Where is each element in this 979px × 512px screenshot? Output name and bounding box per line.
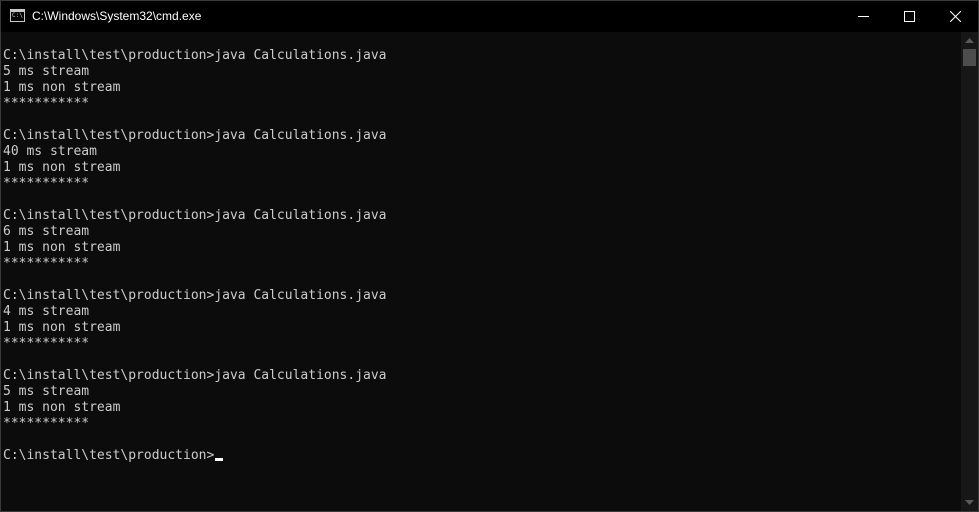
console-line: C:\install\test\production>java Calculat… <box>3 208 387 223</box>
console-line: 5 ms stream <box>3 64 90 79</box>
console-line: 1 ms non stream <box>3 240 121 255</box>
console-line: *********** <box>3 336 90 351</box>
vertical-scrollbar[interactable] <box>961 32 978 511</box>
console-line: *********** <box>3 256 90 271</box>
console-line: *********** <box>3 96 90 111</box>
scroll-down-button[interactable] <box>961 494 978 511</box>
close-button[interactable] <box>933 1 978 32</box>
cmd-icon-glyph: C:\ <box>12 12 23 19</box>
console-output-area[interactable]: C:\install\test\production>java Calculat… <box>1 32 961 511</box>
cmd-icon: C:\ <box>10 9 25 22</box>
console-line: 40 ms stream <box>3 144 97 159</box>
maximize-icon <box>904 11 915 22</box>
console-line: C:\install\test\production>java Calculat… <box>3 288 387 303</box>
chevron-up-icon <box>965 38 974 43</box>
console-line: C:\install\test\production>java Calculat… <box>3 48 387 63</box>
console-line: *********** <box>3 416 90 431</box>
title-bar[interactable]: C:\ C:\Windows\System32\cmd.exe <box>1 1 978 32</box>
console-line: 1 ms non stream <box>3 80 121 95</box>
console-line: 6 ms stream <box>3 224 90 239</box>
console-line: 1 ms non stream <box>3 160 121 175</box>
scroll-up-button[interactable] <box>961 32 978 49</box>
command-prompt: C:\install\test\production> <box>3 448 215 463</box>
command-prompt-line[interactable]: C:\install\test\production> <box>3 448 387 464</box>
console-line: 5 ms stream <box>3 384 90 399</box>
console-line: C:\install\test\production>java Calculat… <box>3 128 387 143</box>
window-title: C:\Windows\System32\cmd.exe <box>32 9 202 23</box>
text-cursor <box>215 458 224 461</box>
scroll-thumb[interactable] <box>963 49 976 66</box>
console-line: *********** <box>3 176 90 191</box>
close-icon <box>950 11 961 22</box>
cmd-window: C:\ C:\Windows\System32\cmd.exe C:\insta… <box>0 0 979 512</box>
maximize-button[interactable] <box>887 1 933 32</box>
terminal-text: C:\install\test\production>java Calculat… <box>3 48 387 464</box>
console-line: 1 ms non stream <box>3 400 121 415</box>
minimize-button[interactable] <box>841 1 887 32</box>
console-line: 1 ms non stream <box>3 320 121 335</box>
console-line: 4 ms stream <box>3 304 90 319</box>
minimize-icon <box>858 16 869 17</box>
console-line: C:\install\test\production>java Calculat… <box>3 368 387 383</box>
chevron-down-icon <box>965 500 974 505</box>
